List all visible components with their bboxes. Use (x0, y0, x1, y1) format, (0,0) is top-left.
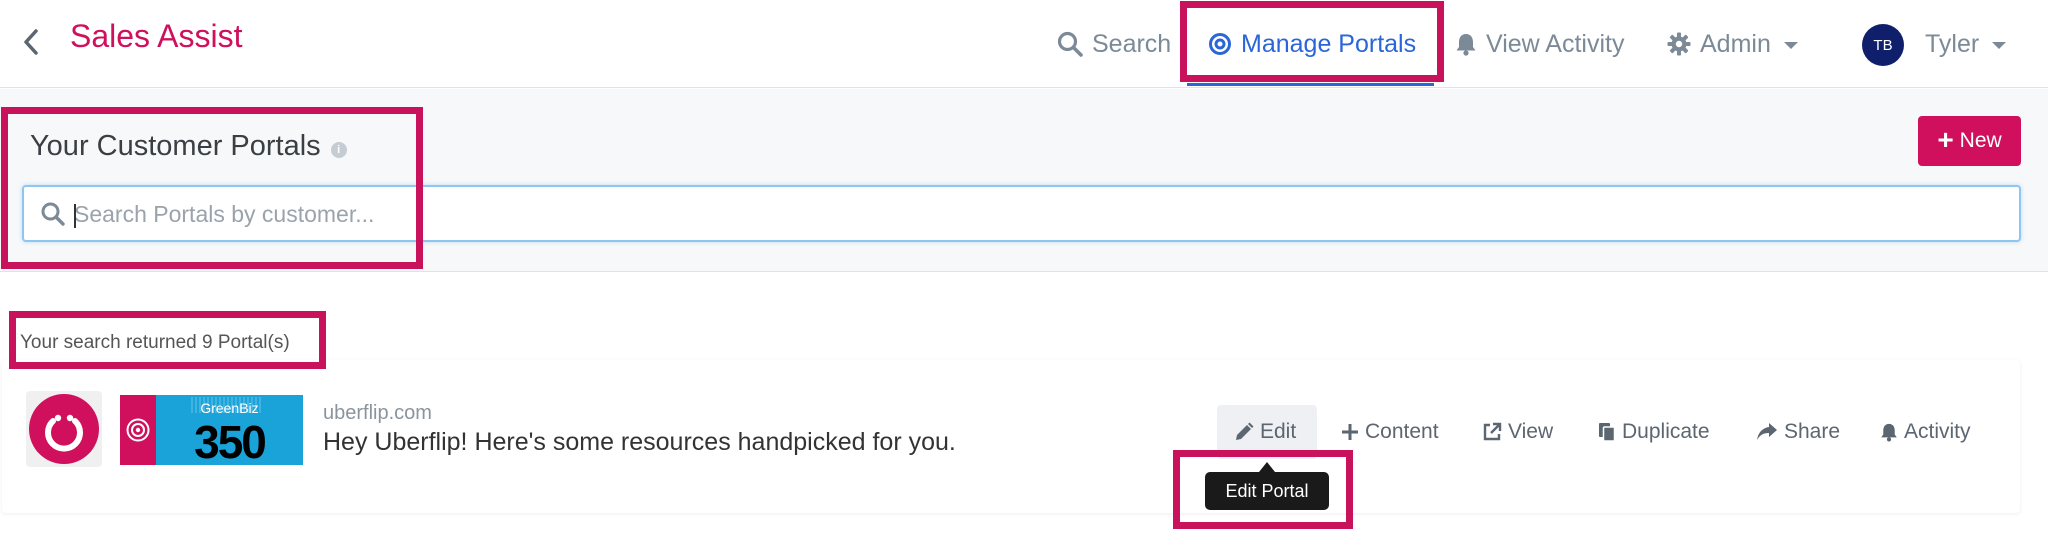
bell-icon (1881, 423, 1897, 442)
active-tab-underline (1187, 83, 1434, 86)
portal-banner: GreenBiz 350 (120, 395, 303, 465)
gear-icon (1667, 32, 1691, 56)
text-cursor (74, 204, 76, 228)
caret-down-icon (1992, 42, 2007, 49)
nav-manage-portals-label: Manage Portals (1241, 29, 1417, 58)
tooltip-arrow (1259, 462, 1275, 472)
info-icon[interactable]: i (330, 141, 347, 158)
new-portal-label: New (1959, 129, 2002, 152)
share-label: Share (1784, 420, 1841, 443)
bell-icon (1456, 34, 1476, 56)
portal-activity-button[interactable]: Activity (1880, 420, 1971, 444)
chevron-left-icon (24, 29, 38, 55)
target-icon (1209, 33, 1231, 55)
search-icon (41, 202, 65, 226)
add-content-button[interactable]: Content (1341, 420, 1439, 444)
caret-down-icon (1783, 42, 1798, 49)
app-title: Sales Assist (70, 18, 243, 54)
duplicate-label: Duplicate (1622, 420, 1710, 443)
nav-view-activity[interactable]: View Activity (1455, 24, 1624, 64)
page-title-text: Your Customer Portals (30, 130, 321, 162)
customer-logo (26, 391, 102, 467)
share-portal-button[interactable]: Share (1756, 420, 1840, 444)
uberflip-logo-icon (29, 394, 99, 464)
portal-domain: uberflip.com (323, 402, 432, 424)
banner-number-text: 350 (194, 416, 267, 465)
top-navbar: Sales Assist Search Manage Portals View … (0, 0, 2048, 88)
edit-portal-tooltip: Edit Portal (1205, 472, 1329, 510)
nav-search[interactable]: Search (1057, 24, 1171, 64)
edit-label: Edit (1260, 420, 1297, 443)
user-menu[interactable]: Tyler (1925, 24, 2007, 64)
content-label: Content (1365, 420, 1439, 443)
nav-view-activity-label: View Activity (1486, 29, 1625, 58)
portal-description: Hey Uberflip! Here's some resources hand… (323, 428, 956, 456)
search-results-count: Your search returned 9 Portal(s) (20, 332, 290, 353)
edit-portal-button[interactable]: Edit (1234, 420, 1296, 444)
nav-admin-label: Admin (1700, 29, 1771, 58)
view-portal-button[interactable]: View (1482, 420, 1553, 444)
pencil-icon (1236, 422, 1254, 440)
banner-image: GreenBiz 350 (156, 395, 303, 465)
view-label: View (1508, 420, 1554, 443)
nav-manage-portals[interactable]: Manage Portals (1208, 24, 1416, 64)
portals-header (0, 89, 2048, 272)
banner-target-icon (120, 395, 156, 465)
page-title: Your Customer Portals i (30, 130, 347, 163)
banner-brand-text: GreenBiz (200, 400, 259, 416)
search-icon (1057, 31, 1083, 57)
duplicate-portal-button[interactable]: Duplicate (1598, 420, 1710, 444)
plus-icon: + (1937, 123, 1954, 155)
nav-admin[interactable]: Admin (1667, 24, 1798, 64)
new-portal-button[interactable]: + New (1918, 116, 2021, 166)
nav-search-label: Search (1092, 29, 1172, 58)
user-name: Tyler (1925, 29, 1980, 58)
plus-icon (1342, 424, 1358, 440)
share-arrow-icon (1757, 423, 1777, 440)
portal-search-box (22, 185, 2021, 242)
external-link-icon (1483, 422, 1502, 441)
back-button[interactable] (18, 22, 44, 62)
copy-icon (1599, 423, 1616, 442)
portal-search-input[interactable] (74, 195, 1994, 233)
activity-label: Activity (1904, 420, 1971, 443)
user-avatar[interactable]: TB (1862, 24, 1904, 66)
portal-card[interactable] (2, 360, 2020, 513)
